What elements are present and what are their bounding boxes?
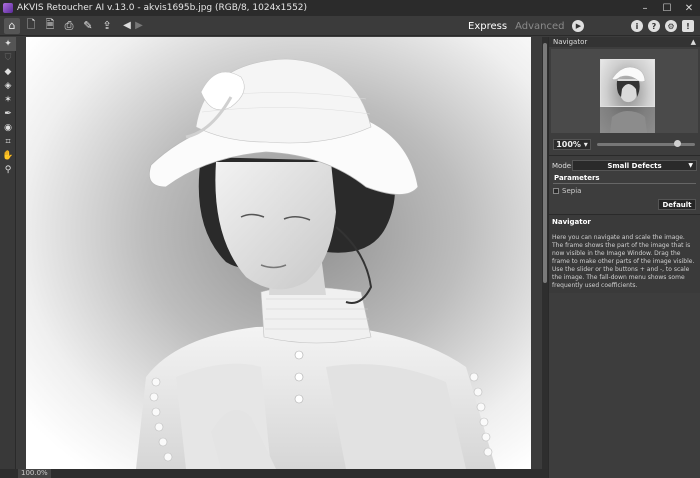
info-icon[interactable]: i — [631, 20, 643, 32]
preferences-icon[interactable]: ✎ — [80, 18, 96, 34]
save-file-icon[interactable]: 🗎 — [42, 18, 58, 34]
help-text: Here you can navigate and scale the imag… — [552, 234, 695, 289]
help-panel: Navigator Here you can navigate and scal… — [549, 214, 700, 293]
play-icon[interactable]: ▶ — [572, 20, 585, 32]
minimize-button[interactable]: – — [634, 0, 656, 16]
notification-icon[interactable]: ! — [682, 20, 694, 32]
home-icon[interactable]: ⌂ — [4, 17, 20, 34]
undo-icon[interactable]: ◀ — [121, 18, 133, 34]
title-bar: AKVIS Retoucher AI v.13.0 - akvis1695b.j… — [0, 0, 700, 16]
zoom-icon[interactable]: ⚲ — [0, 163, 16, 177]
zoom-slider[interactable] — [597, 139, 695, 147]
mode-switcher: Express Advanced ▶ — [468, 16, 585, 36]
hand-icon[interactable]: ✋ — [0, 149, 16, 163]
bucket-icon[interactable]: ◈ — [0, 79, 16, 93]
zoom-status-value[interactable]: 100.0% — [18, 469, 51, 478]
main-toolbar: ⌂ 🗋 🗎 ⎙ ✎ ⇪ ◀ ▶ Express Advanced ▶ i ? ⚙… — [0, 16, 700, 36]
window-title: AKVIS Retoucher AI v.13.0 - akvis1695b.j… — [17, 3, 308, 13]
parameters-title: Parameters — [554, 174, 600, 182]
settings-icon[interactable]: ⚙ — [665, 20, 677, 32]
portrait-photo — [26, 37, 531, 469]
chevron-down-icon: ▼ — [688, 162, 693, 169]
navigator-outside-area — [600, 107, 655, 133]
share-icon[interactable]: ⇪ — [99, 18, 115, 34]
navigator-frame[interactable] — [600, 59, 655, 107]
express-mode-tab[interactable]: Express — [468, 21, 507, 32]
tools-panel: ✦ ⛉ ◆ ◈ ✶ ✒ ◉ ⌗ ✋ ⚲ — [0, 37, 16, 469]
sepia-checkbox[interactable] — [553, 187, 559, 194]
navigator-header: Navigator ▲ — [549, 37, 700, 47]
sepia-label: Sepia — [562, 186, 582, 195]
zoom-dropdown[interactable]: 100% ▾ — [553, 138, 591, 150]
photo-canvas[interactable] — [26, 37, 531, 469]
open-file-icon[interactable]: 🗋 — [23, 18, 39, 34]
maximize-button[interactable]: ☐ — [656, 0, 678, 16]
zoom-slider-knob[interactable] — [674, 139, 682, 147]
collapse-icon[interactable]: ▲ — [691, 38, 696, 46]
status-bar: 100.0% — [0, 469, 548, 478]
navigator-preview[interactable] — [551, 49, 698, 133]
clone-stamp-icon[interactable]: ◉ — [0, 121, 16, 135]
mode-row: Mode: Small Defects ▼ — [549, 159, 700, 172]
sepia-option[interactable]: Sepia — [549, 186, 700, 195]
print-icon[interactable]: ⎙ — [61, 18, 77, 34]
close-button[interactable]: ✕ — [678, 0, 700, 16]
redo-icon[interactable]: ▶ — [133, 18, 145, 34]
scrollbar-thumb[interactable] — [543, 43, 547, 283]
app-logo-icon — [3, 3, 13, 13]
help-icon[interactable]: ? — [648, 20, 660, 32]
shield-tool-icon[interactable]: ⛉ — [0, 51, 16, 65]
toolbar-right-group: i ? ⚙ ! — [626, 16, 694, 36]
help-title: Navigator — [552, 218, 591, 226]
mode-select[interactable]: Small Defects ▼ — [572, 160, 697, 171]
crop-icon[interactable]: ⌗ — [0, 135, 16, 149]
right-panel: Navigator ▲ 100% ▾ Mode: Small Defects ▼… — [548, 37, 700, 478]
navigator-title: Navigator — [553, 38, 588, 46]
image-window[interactable] — [17, 37, 541, 469]
brush-icon[interactable]: ✒ — [0, 107, 16, 121]
default-button[interactable]: Default — [658, 199, 696, 210]
app-window: AKVIS Retoucher AI v.13.0 - akvis1695b.j… — [0, 0, 700, 478]
advanced-mode-tab[interactable]: Advanced — [515, 21, 564, 32]
eraser-icon[interactable]: ◆ — [0, 65, 16, 79]
mode-label: Mode: — [552, 161, 574, 170]
retouch-tool-icon[interactable]: ✦ — [0, 37, 16, 51]
magic-wand-icon[interactable]: ✶ — [0, 93, 16, 107]
window-controls: – ☐ ✕ — [634, 0, 700, 16]
zoom-controls: 100% ▾ — [549, 136, 700, 152]
